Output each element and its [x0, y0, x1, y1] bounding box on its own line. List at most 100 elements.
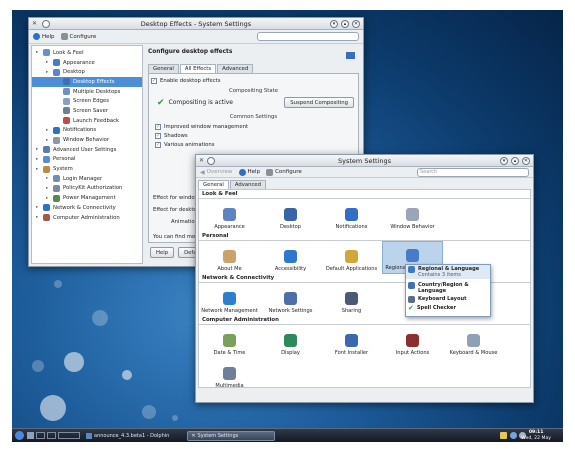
suspend-compositing-button[interactable]: Suspend Compositing	[284, 97, 354, 108]
tree-item[interactable]: ▸ Power Management	[32, 193, 142, 203]
popup-item-spell[interactable]: ✔ Spell Checker	[406, 304, 490, 313]
tree-item[interactable]: ▸ PolicyKit Authorization	[32, 184, 142, 194]
category-item[interactable]: Accessibility	[260, 241, 321, 274]
category-item[interactable]: About Me	[199, 241, 260, 274]
category-item[interactable]: Keyboard & Mouse	[443, 325, 504, 358]
expander-icon[interactable]: ▸	[46, 196, 51, 201]
desktop-icon[interactable]	[27, 432, 34, 439]
expander-icon[interactable]: ▸	[36, 167, 41, 172]
animations-checkbox[interactable]: ✓ Various animations	[155, 140, 356, 149]
minimize-icon[interactable]: ▾	[500, 156, 508, 165]
category-item[interactable]: Notifications	[321, 199, 382, 232]
category-item[interactable]: Input Actions	[382, 325, 443, 358]
tree-item-label: Power Management	[63, 195, 116, 202]
tree-item[interactable]: ▸ Notifications	[32, 126, 142, 136]
help-button[interactable]: Help	[238, 168, 260, 176]
tree-item[interactable]: ▸ Personal	[32, 155, 142, 165]
category-item[interactable]: Network Settings	[260, 283, 321, 316]
tree-item[interactable]: ▸ Advanced User Settings	[32, 145, 142, 155]
category-item[interactable]: Network Management	[199, 283, 260, 316]
expander-icon[interactable]: ▸	[46, 60, 51, 65]
expander-icon[interactable]: ▸	[46, 186, 51, 191]
shadows-checkbox[interactable]: ✓ Shadows	[155, 131, 356, 140]
popup-item-country[interactable]: Country/Region & Language	[406, 281, 490, 295]
close-icon[interactable]: ✕	[352, 19, 360, 28]
titlebar[interactable]: ✕ System Settings ▾ ▴ ✕	[196, 155, 533, 167]
overview-button[interactable]: ◀ Overview	[200, 169, 233, 176]
tree-item[interactable]: ▸ Network & Connectivity	[32, 203, 142, 213]
category-item[interactable]: Window Behavior	[382, 199, 443, 232]
tree-item[interactable]: Multiple Desktops	[32, 87, 142, 97]
tree-item[interactable]: Launch Feedback	[32, 116, 142, 126]
tab-general[interactable]: General	[198, 180, 229, 189]
expander-icon[interactable]: ▸	[36, 215, 41, 220]
expander-icon[interactable]: ▸	[46, 176, 51, 181]
tree-item[interactable]: Desktop Effects	[32, 77, 142, 87]
search-input[interactable]	[257, 32, 359, 41]
improved-wm-checkbox[interactable]: ✓ Improved window management	[155, 122, 356, 131]
configure-button[interactable]: Configure	[266, 168, 302, 176]
category-item[interactable]: Date & Time	[199, 325, 260, 358]
pager-icon[interactable]	[58, 432, 80, 439]
tab-general[interactable]: General	[148, 64, 179, 73]
checkbox[interactable]: ✓	[155, 123, 161, 130]
expander-icon[interactable]: ▸	[36, 205, 41, 210]
pager-icon[interactable]	[47, 432, 56, 439]
category-item[interactable]: Desktop	[260, 199, 321, 232]
help-button[interactable]: Help	[33, 33, 55, 40]
expander-icon[interactable]: ▸	[46, 138, 51, 143]
category-label: Window Behavior	[390, 224, 435, 230]
keyboard-mouse-icon	[467, 334, 480, 347]
clock[interactable]: 09:11 Wed, 22 May	[521, 430, 551, 441]
tabs: General All Effects Advanced	[148, 64, 361, 73]
expander-icon[interactable]: ▸	[36, 157, 41, 162]
category-item[interactable]: Sharing	[321, 283, 382, 316]
tree-item[interactable]: ▸ System	[32, 164, 142, 174]
tree-item[interactable]: ▸ Appearance	[32, 58, 142, 68]
expander-icon[interactable]: ▸	[36, 50, 41, 55]
expander-icon[interactable]: ▸	[46, 70, 51, 75]
enable-effects-checkbox[interactable]: ✓ Enable desktop effects	[151, 76, 356, 85]
minimize-icon[interactable]: ▾	[330, 19, 338, 28]
titlebar[interactable]: ✕ Desktop Effects - System Settings ▾ ▴ …	[29, 18, 363, 30]
category-item[interactable]: Display	[260, 325, 321, 358]
help-button-bottom[interactable]: Help	[150, 247, 175, 258]
search-input[interactable]: Search	[417, 168, 529, 177]
tree-item[interactable]: ▸ Look & Feel	[32, 48, 142, 58]
tab-advanced[interactable]: Advanced	[217, 64, 254, 73]
maximize-icon[interactable]: ▴	[341, 19, 349, 28]
login-manager-icon	[53, 175, 60, 183]
notifications-tray-icon[interactable]	[500, 432, 507, 439]
category-item[interactable]: Default Applications	[321, 241, 382, 274]
tree-item[interactable]: ▸ Login Manager	[32, 174, 142, 184]
popup-item-keyboard[interactable]: Keyboard Layout	[406, 295, 490, 304]
tab-advanced[interactable]: Advanced	[229, 180, 267, 189]
checkbox[interactable]: ✓	[151, 77, 157, 84]
checkbox[interactable]: ✓	[155, 141, 161, 148]
pager-icon[interactable]	[36, 432, 45, 439]
expander-icon[interactable]: ▸	[46, 128, 51, 133]
network-tray-icon[interactable]	[510, 432, 517, 439]
tree-item[interactable]: ▸ Window Behavior	[32, 135, 142, 145]
tree-item[interactable]: Screen Edges	[32, 96, 142, 106]
category-label: Date & Time	[213, 350, 246, 356]
taskbar: announce_4.3.beta1 - Dolphin ✕ System Se…	[12, 428, 563, 442]
close-icon[interactable]: ✕	[522, 156, 530, 165]
settings-tree: ▸ Look & Feel ▸ Appearance ▸ Desktop Desktop E…	[31, 45, 143, 264]
category-item[interactable]: Font Installer	[321, 325, 382, 358]
task-system-settings[interactable]: ✕ System Settings	[187, 430, 276, 441]
tree-item[interactable]: ▸ Desktop	[32, 67, 142, 77]
expander-icon[interactable]: ▸	[36, 147, 41, 152]
tab-all-effects[interactable]: All Effects	[179, 64, 217, 73]
category-item[interactable]: Multimedia	[199, 358, 260, 391]
tree-item[interactable]: Screen Saver	[32, 106, 142, 116]
configure-button[interactable]: Configure	[60, 33, 96, 40]
task-dolphin[interactable]: announce_4.3.beta1 - Dolphin	[83, 431, 172, 441]
desktop-icon	[53, 68, 60, 76]
help-label: Help	[42, 33, 55, 40]
category-item[interactable]: Appearance	[199, 199, 260, 232]
tree-item[interactable]: ▸ Computer Administration	[32, 213, 142, 223]
maximize-icon[interactable]: ▴	[511, 156, 519, 165]
checkbox[interactable]: ✓	[155, 132, 161, 139]
kickoff-menu-icon[interactable]	[15, 431, 24, 440]
